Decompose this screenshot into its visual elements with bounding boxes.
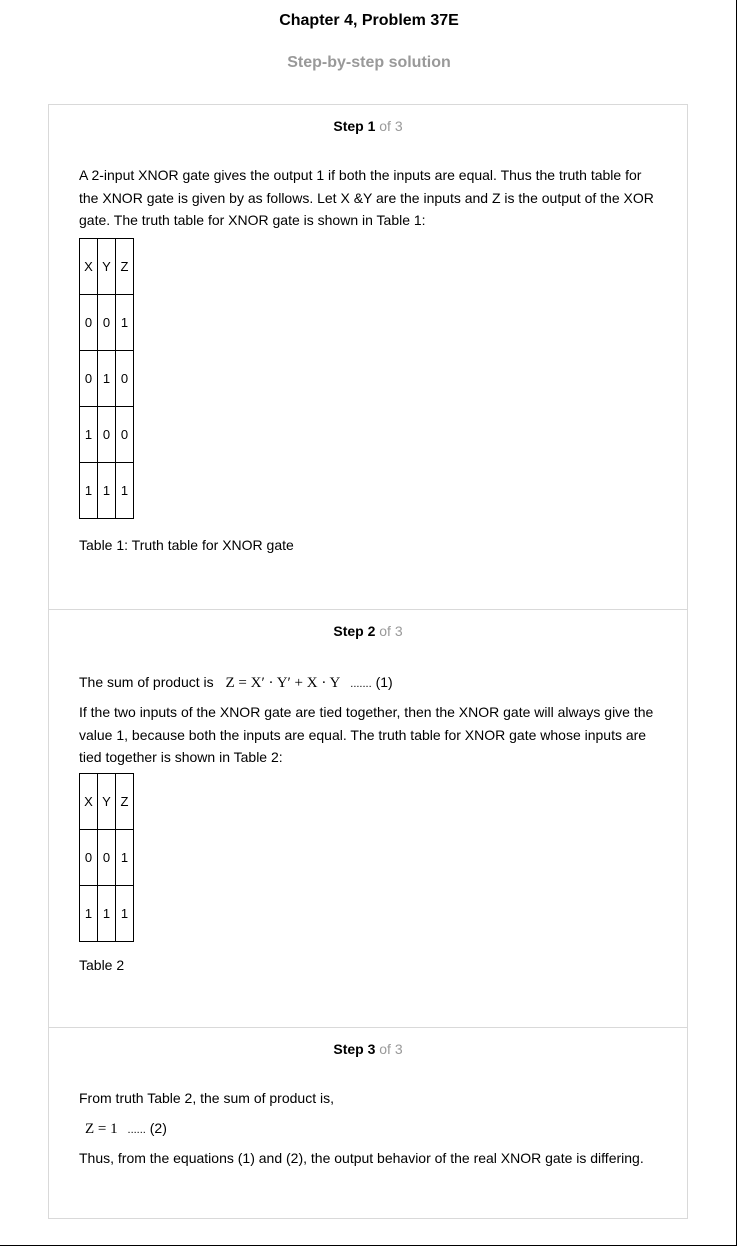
truth-table-2: X Y Z 0 0 1 1 1 1: [79, 773, 134, 942]
table-header-cell: Y: [97, 773, 116, 830]
table-row: 1 1 1: [79, 462, 134, 519]
equation-2-dots: ......: [127, 1124, 146, 1136]
table-1-caption: Table 1: Truth table for XNOR gate: [79, 537, 294, 553]
equation-2-number: (2): [149, 1120, 167, 1136]
table-cell: 0: [115, 406, 134, 463]
step-3-of: of 3: [379, 1041, 403, 1057]
equation-2-line: Z = 1 ...... (2): [77, 1117, 657, 1142]
table-cell: 1: [97, 462, 116, 519]
step-3-heading: Step 3 of 3: [49, 1041, 687, 1057]
table-cell: 0: [97, 829, 116, 886]
equation-1: Z = X′ · Y′ + X · Y: [225, 675, 341, 691]
table-cell: 0: [79, 350, 98, 407]
step-3-section: Step 3 of 3 From truth Table 2, the sum …: [49, 1027, 687, 1219]
table-cell: 1: [97, 350, 116, 407]
table-cell: 1: [79, 462, 98, 519]
table-header-row: X Y Z: [79, 773, 134, 830]
equation-1-number: (1): [375, 674, 393, 690]
table-row: 0 0 1: [79, 294, 134, 351]
table-header-row: X Y Z: [79, 238, 134, 295]
table-cell: 0: [97, 406, 116, 463]
step-2-section: Step 2 of 3 The sum of product is Z = X′…: [49, 609, 687, 1028]
table-row: 0 0 1: [79, 829, 134, 886]
step-1-section: Step 1 of 3 A 2-input XNOR gate gives th…: [49, 105, 687, 609]
truth-table-1: X Y Z 0 0 1 0 1 0 1 0 0 1 1 1: [79, 238, 134, 519]
equation-1-line: The sum of product is Z = X′ · Y′ + X · …: [79, 671, 659, 696]
step-1-heading: Step 1 of 3: [49, 118, 687, 134]
solution-card: Step 1 of 3 A 2-input XNOR gate gives th…: [48, 104, 688, 1219]
table-cell: 1: [79, 885, 98, 942]
step-1-label: Step 1: [333, 118, 376, 134]
step-3-text: From truth Table 2, the sum of product i…: [79, 1090, 334, 1106]
table-row: 1 0 0: [79, 406, 134, 463]
table-cell: 0: [79, 294, 98, 351]
sop-intro: The sum of product is: [79, 674, 214, 690]
table-header-cell: X: [79, 773, 98, 830]
table-cell: 1: [79, 406, 98, 463]
page-subtitle: Step-by-step solution: [287, 54, 451, 71]
page-title: Chapter 4, Problem 37E: [279, 12, 459, 29]
step-3-conclusion: Thus, from the equations (1) and (2), th…: [79, 1150, 644, 1166]
table-cell: 0: [115, 350, 134, 407]
step-1-of: of 3: [379, 118, 403, 134]
table-row: 1 1 1: [79, 885, 134, 942]
equation-2: Z = 1: [85, 1121, 118, 1137]
table-cell: 0: [79, 829, 98, 886]
table-header-cell: Z: [115, 238, 134, 295]
step-2-label: Step 2: [333, 623, 376, 639]
step-2-heading: Step 2 of 3: [49, 623, 687, 639]
step-3-label: Step 3: [333, 1041, 376, 1057]
table-2-caption: Table 2: [79, 957, 125, 973]
table-cell: 1: [115, 294, 134, 351]
table-header-cell: X: [79, 238, 98, 295]
step-2-of: of 3: [379, 623, 403, 639]
table-row: 0 1 0: [79, 350, 134, 407]
equation-1-dots: .......: [350, 678, 372, 690]
step-2-text: If the two inputs of the XNOR gate are t…: [79, 704, 654, 765]
step-1-text: A 2-input XNOR gate gives the output 1 i…: [79, 167, 654, 228]
table-cell: 1: [115, 829, 134, 886]
table-cell: 0: [97, 294, 116, 351]
table-header-cell: Z: [115, 773, 134, 830]
table-header-cell: Y: [97, 238, 116, 295]
table-cell: 1: [97, 885, 116, 942]
table-cell: 1: [115, 885, 134, 942]
table-cell: 1: [115, 462, 134, 519]
